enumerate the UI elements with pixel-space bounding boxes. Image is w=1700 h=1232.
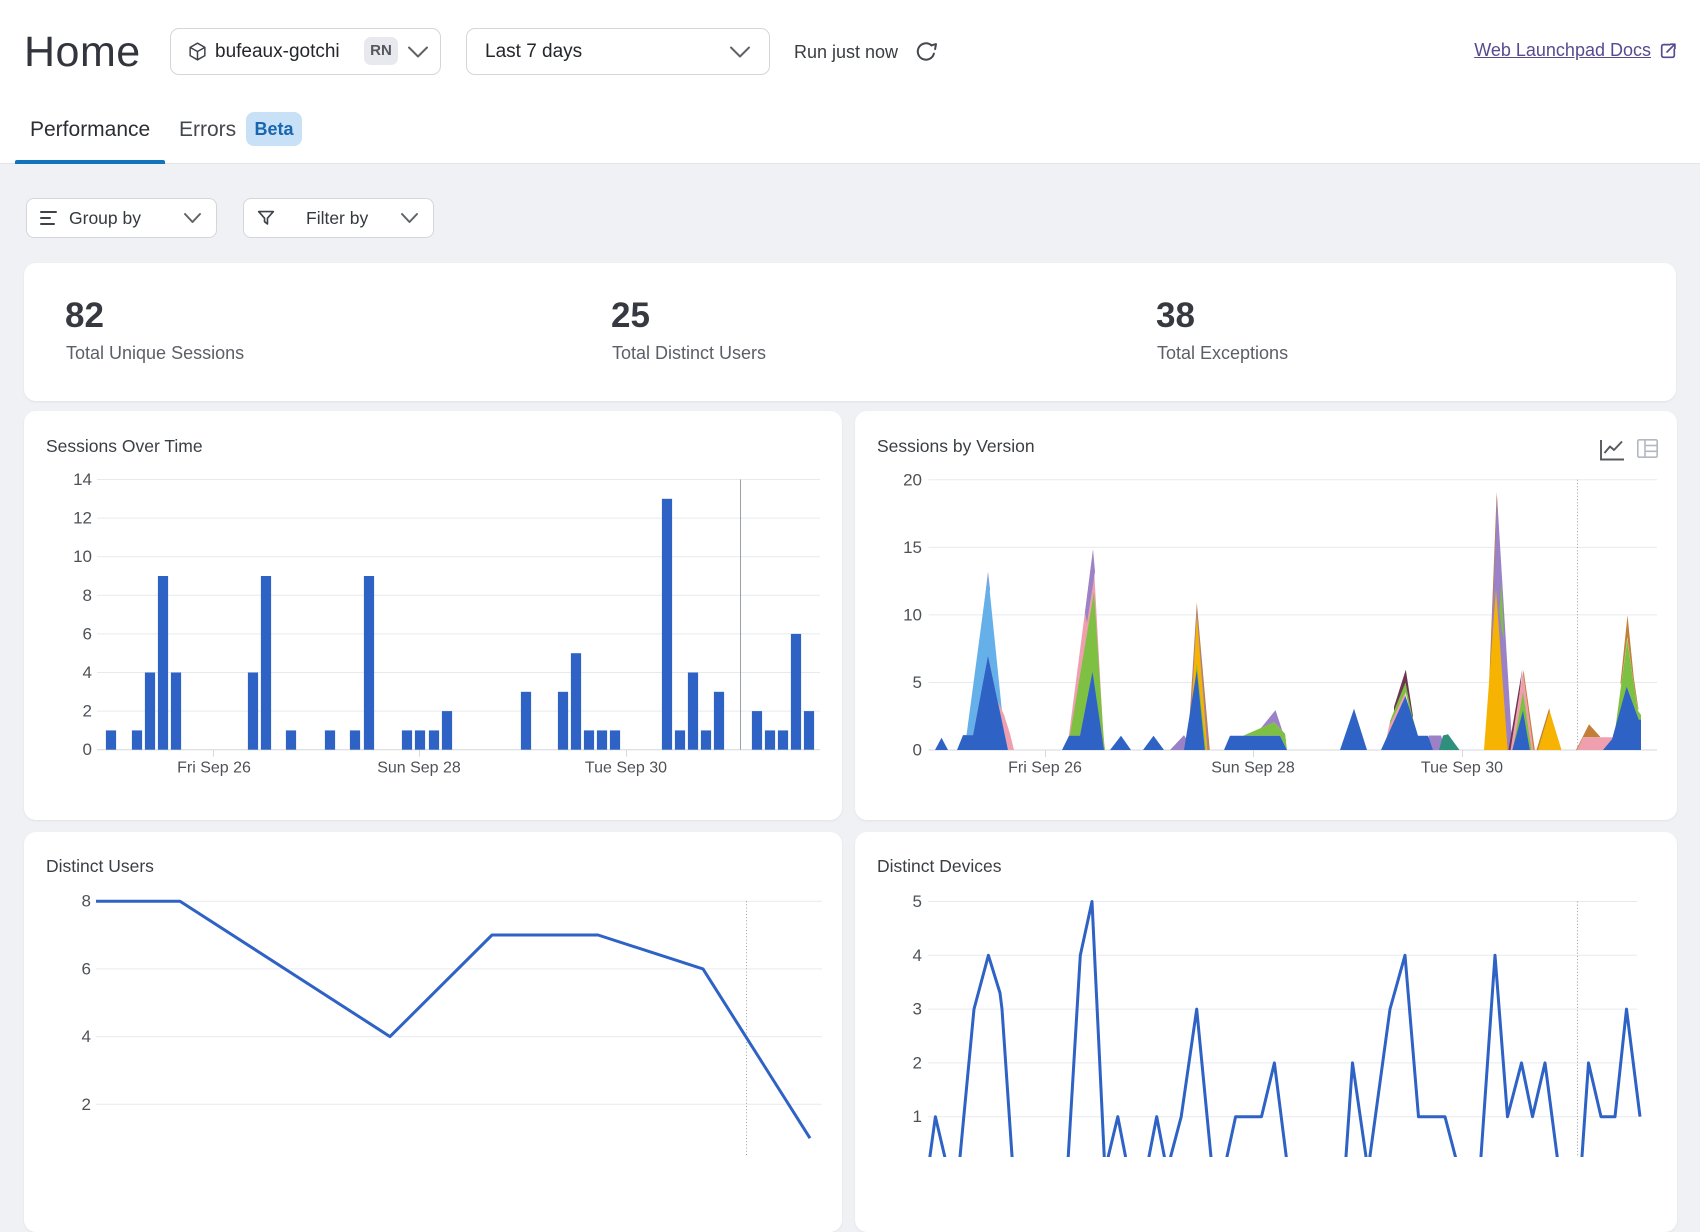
svg-text:6: 6	[83, 624, 92, 643]
svg-text:Fri Sep 26: Fri Sep 26	[177, 760, 251, 777]
svg-text:Fri Sep 26: Fri Sep 26	[1008, 760, 1082, 777]
svg-text:4: 4	[82, 1027, 91, 1046]
svg-text:10: 10	[73, 547, 92, 566]
svg-text:Sun Sep 28: Sun Sep 28	[1211, 760, 1295, 777]
svg-text:2: 2	[82, 1095, 91, 1114]
svg-text:0: 0	[83, 740, 92, 759]
svg-text:12: 12	[73, 509, 92, 528]
svg-text:2: 2	[83, 702, 92, 721]
svg-text:10: 10	[903, 605, 922, 624]
svg-text:15: 15	[903, 538, 922, 557]
svg-text:8: 8	[82, 892, 91, 911]
svg-text:Tue Sep 30: Tue Sep 30	[1421, 760, 1503, 777]
svg-text:6: 6	[82, 959, 91, 978]
svg-text:5: 5	[913, 673, 922, 692]
svg-text:1: 1	[913, 1107, 922, 1126]
svg-text:Tue Sep 30: Tue Sep 30	[585, 760, 667, 777]
svg-text:4: 4	[913, 946, 922, 965]
svg-text:0: 0	[913, 741, 922, 760]
svg-text:20: 20	[903, 470, 922, 489]
svg-text:2: 2	[913, 1053, 922, 1072]
svg-text:Sun Sep 28: Sun Sep 28	[377, 760, 461, 777]
svg-text:14: 14	[73, 470, 92, 489]
svg-text:5: 5	[913, 892, 922, 911]
svg-text:3: 3	[913, 1000, 922, 1019]
svg-text:8: 8	[83, 586, 92, 605]
svg-text:4: 4	[83, 663, 92, 682]
